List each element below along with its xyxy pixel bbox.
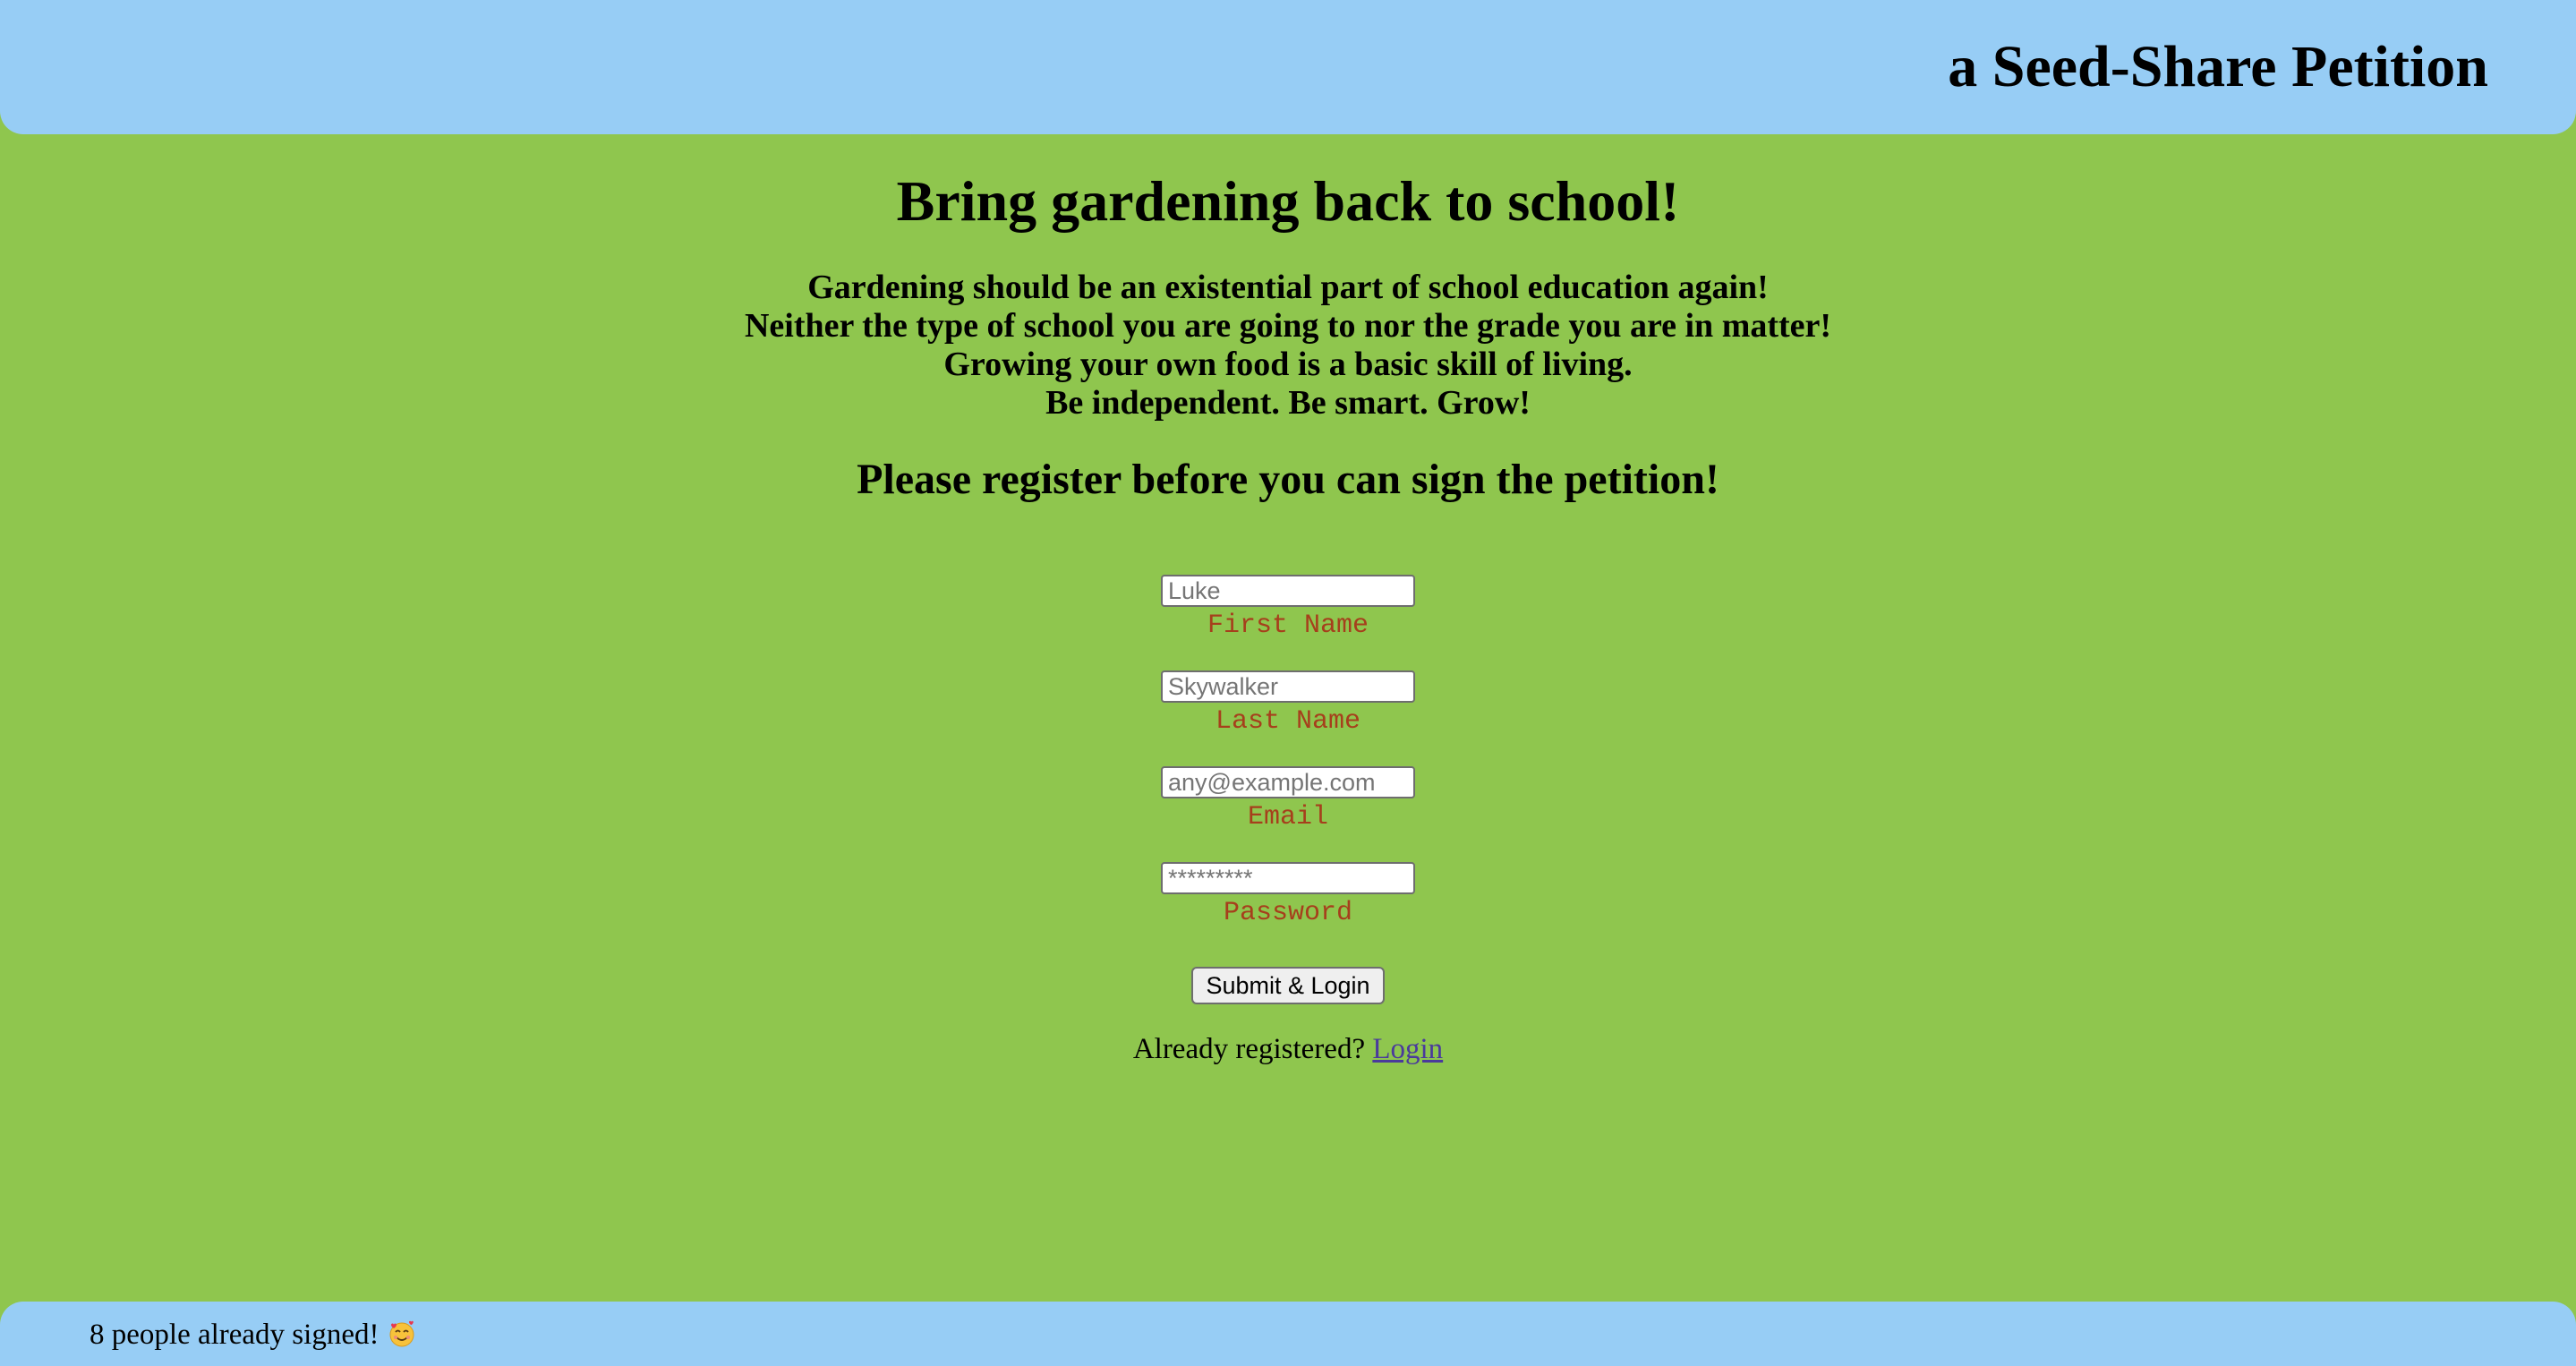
last-name-label: Last Name (1215, 706, 1361, 737)
footer-banner: 8 people already signed! (0, 1302, 2576, 1366)
password-label: Password (1223, 898, 1353, 928)
signed-count-text: 8 people already signed! (90, 1319, 380, 1351)
site-title: a Seed-Share Petition (1948, 34, 2488, 99)
petition-pitch: Gardening should be an existential part … (0, 269, 2576, 423)
already-registered-text: Already registered? (1132, 1033, 1366, 1065)
email-group: Email (1161, 766, 1415, 833)
smiling-face-with-hearts-icon (388, 1319, 416, 1348)
first-name-group: First Name (1161, 575, 1415, 642)
header-banner: a Seed-Share Petition (0, 0, 2576, 134)
registration-form: First Name Last Name Email Password Subm… (0, 575, 2576, 1067)
last-name-group: Last Name (1161, 670, 1415, 738)
pitch-line: Gardening should be an existential part … (807, 269, 1769, 306)
register-heading: Please register before you can sign the … (857, 456, 1719, 503)
email-input[interactable] (1161, 766, 1415, 798)
password-input[interactable] (1161, 862, 1415, 894)
last-name-input[interactable] (1161, 670, 1415, 703)
pitch-line: Neither the type of school you are going… (744, 307, 1832, 345)
first-name-label: First Name (1207, 610, 1369, 641)
main-content: Bring gardening back to school! Gardenin… (0, 134, 2576, 1067)
petition-page: a Seed-Share Petition Bring gardening ba… (0, 0, 2576, 1366)
signature-counter: 8 people already signed! (90, 1317, 416, 1353)
login-link[interactable]: Login (1372, 1033, 1443, 1065)
pitch-line: Growing your own food is a basic skill o… (943, 346, 1633, 383)
pitch-line: Be independent. Be smart. Grow! (1045, 384, 1531, 422)
submit-login-button[interactable]: Submit & Login (1191, 967, 1385, 1004)
already-registered: Already registered? Login (1133, 1031, 1443, 1067)
password-group: Password (1161, 862, 1415, 929)
email-label: Email (1247, 802, 1328, 832)
petition-headline: Bring gardening back to school! (896, 169, 1680, 233)
first-name-input[interactable] (1161, 575, 1415, 607)
